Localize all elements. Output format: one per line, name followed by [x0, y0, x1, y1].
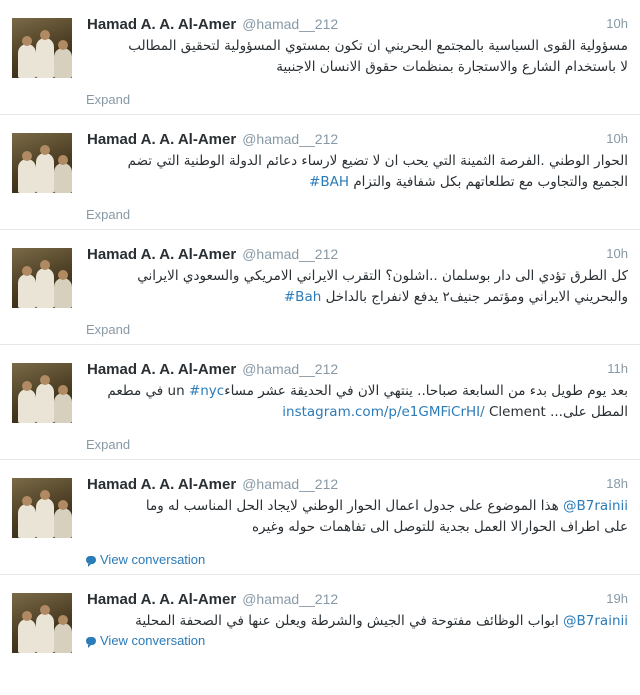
tweet-text-line: والبحريني الايراني ومؤتمر جنيف٢ يدفع لان…	[84, 287, 628, 308]
tweet-header: Hamad A. A. Al-Amer @hamad__212 18h	[87, 474, 628, 494]
tweet-text-line: لا باستخدام الشارع والاستجارة بمنظمات حق…	[276, 59, 628, 75]
tweet-text-line: كل الطرق تؤدي الى دار بوسلمان ..اشلون؟ ا…	[137, 268, 628, 284]
user-handle[interactable]: @hamad__212	[242, 591, 338, 607]
tweet-text: بعد يوم طويل بدء من السابعة صباحا.. ينته…	[84, 381, 628, 423]
tweet-timestamp[interactable]: 19h	[606, 589, 628, 609]
user-name[interactable]: Hamad A. A. Al-Amer	[87, 361, 236, 378]
avatar[interactable]	[12, 18, 72, 78]
tweet-timestamp[interactable]: 11h	[607, 359, 628, 379]
expand-link[interactable]: Expand	[86, 92, 130, 107]
tweet-text-line: بعد يوم طويل بدء من السابعة صباحا.. ينته…	[84, 381, 628, 402]
tweet-text-fragment: un في مطعم	[107, 383, 185, 399]
user-handle[interactable]: @hamad__212	[242, 361, 338, 377]
tweet-timeline: Hamad A. A. Al-Amer @hamad__212 10h مسؤول…	[0, 0, 640, 690]
user-handle[interactable]: @hamad__212	[242, 16, 338, 32]
instagram-link[interactable]: instagram.com/p/e1GMFiCrHI/	[282, 404, 484, 420]
view-conversation-link[interactable]: View conversation	[86, 633, 205, 648]
tweet-text: الحوار الوطني .الفرصة الثمينة التي يحب ا…	[84, 151, 628, 193]
tweet[interactable]: Hamad A. A. Al-Amer @hamad__212 18h @B7ra…	[0, 460, 640, 575]
tweet-header: Hamad A. A. Al-Amer @hamad__212 11h	[87, 359, 628, 379]
tweet-timestamp[interactable]: 18h	[606, 474, 628, 494]
view-conversation-label: View conversation	[100, 552, 206, 567]
tweet-timestamp[interactable]: 10h	[606, 244, 628, 264]
tweet[interactable]: Hamad A. A. Al-Amer @hamad__212 10h مسؤول…	[0, 0, 640, 115]
conversation-bubble-icon	[86, 556, 96, 567]
user-handle[interactable]: @hamad__212	[242, 131, 338, 147]
tweet-text-fragment: هذا الموضوع على جدول اعمال الحوار الوطني…	[145, 498, 559, 514]
tweet-text-line: الجميع والتجاوب مع تطلعاتهم بكل شفافية و…	[84, 172, 628, 193]
avatar[interactable]	[12, 363, 72, 423]
expand-link[interactable]: Expand	[86, 207, 130, 222]
tweet-text: كل الطرق تؤدي الى دار بوسلمان ..اشلون؟ ا…	[84, 266, 628, 308]
view-conversation-link[interactable]: View conversation	[86, 552, 205, 567]
tweet-timestamp[interactable]: 10h	[606, 129, 628, 149]
hashtag-link[interactable]: #BAH	[309, 174, 349, 190]
avatar[interactable]	[12, 248, 72, 308]
tweet-text-fragment: الجميع والتجاوب مع تطلعاتهم بكل شفافية و…	[353, 174, 628, 190]
tweet-header: Hamad A. A. Al-Amer @hamad__212 19h	[87, 589, 628, 609]
mention-link[interactable]: @B7rainii	[563, 613, 628, 629]
tweet-timestamp[interactable]: 10h	[606, 14, 628, 34]
user-name[interactable]: Hamad A. A. Al-Amer	[87, 246, 236, 263]
tweet-text-line: @B7rainii ابواب الوظائف مفتوحة في الجيش …	[84, 611, 628, 632]
tweet-text-fragment: والبحريني الايراني ومؤتمر جنيف٢ يدفع لان…	[325, 289, 628, 305]
tweet-header: Hamad A. A. Al-Amer @hamad__212 10h	[87, 129, 628, 149]
tweet-text-line: المطل على... Clement instagram.com/p/e1G…	[84, 402, 628, 423]
avatar[interactable]	[12, 133, 72, 193]
expand-link[interactable]: Expand	[86, 322, 130, 337]
user-name[interactable]: Hamad A. A. Al-Amer	[87, 16, 236, 33]
tweet-text: مسؤولية القوى السياسية بالمجتمع البحريني…	[84, 36, 628, 78]
tweet-header: Hamad A. A. Al-Amer @hamad__212 10h	[87, 244, 628, 264]
user-name[interactable]: Hamad A. A. Al-Amer	[87, 591, 236, 608]
tweet[interactable]: Hamad A. A. Al-Amer @hamad__212 10h كل ال…	[0, 230, 640, 345]
tweet-text-line: على اطراف الحوارالا العمل بجدية للتوصل ا…	[251, 519, 628, 535]
expand-link[interactable]: Expand	[86, 437, 130, 452]
tweet-text-line: الحوار الوطني .الفرصة الثمينة التي يحب ا…	[127, 153, 628, 169]
tweet[interactable]: Hamad A. A. Al-Amer @hamad__212 10h الحوا…	[0, 115, 640, 230]
tweet-text-line: مسؤولية القوى السياسية بالمجتمع البحريني…	[128, 38, 628, 54]
tweet-text-line: @B7rainii هذا الموضوع على جدول اعمال الح…	[84, 496, 628, 517]
tweet-text-fragment: ابواب الوظائف مفتوحة في الجيش والشرطة وي…	[135, 613, 559, 629]
tweet-text-fragment: بعد يوم طويل بدء من السابعة صباحا.. ينته…	[224, 383, 628, 399]
tweet-header: Hamad A. A. Al-Amer @hamad__212 10h	[87, 14, 628, 34]
user-name[interactable]: Hamad A. A. Al-Amer	[87, 131, 236, 148]
user-handle[interactable]: @hamad__212	[242, 476, 338, 492]
tweet-text: @B7rainii هذا الموضوع على جدول اعمال الح…	[84, 496, 628, 538]
avatar[interactable]	[12, 478, 72, 538]
view-conversation-label: View conversation	[100, 633, 206, 648]
hashtag-link[interactable]: #nyc	[189, 383, 224, 399]
tweet-text: @B7rainii ابواب الوظائف مفتوحة في الجيش …	[84, 611, 628, 632]
avatar[interactable]	[12, 593, 72, 653]
mention-link[interactable]: @B7rainii	[563, 498, 628, 514]
user-handle[interactable]: @hamad__212	[242, 246, 338, 262]
tweet[interactable]: Hamad A. A. Al-Amer @hamad__212 11h بعد ي…	[0, 345, 640, 460]
tweet[interactable]: Hamad A. A. Al-Amer @hamad__212 19h @B7ra…	[0, 575, 640, 690]
tweet-text-fragment: المطل على... Clement	[489, 404, 628, 420]
user-name[interactable]: Hamad A. A. Al-Amer	[87, 476, 236, 493]
conversation-bubble-icon	[86, 637, 96, 648]
hashtag-link[interactable]: #Bah	[284, 289, 321, 305]
